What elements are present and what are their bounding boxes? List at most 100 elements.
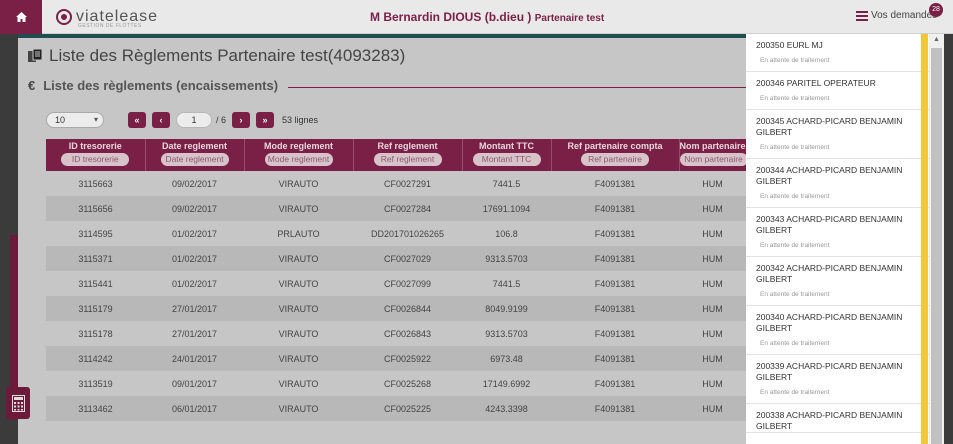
section-title-text: Liste des règlements (encaissements): [43, 78, 279, 93]
table-cell: CF0025922: [353, 346, 462, 371]
scrollbar-thumb[interactable]: [931, 48, 942, 444]
logo-subtitle: GESTION DE FLOTTES: [78, 23, 142, 29]
table-cell: HUM: [679, 296, 746, 321]
table-cell: 3115663: [46, 171, 145, 196]
column-filter-input[interactable]: Ref reglement: [373, 153, 442, 166]
table-cell: 3115441: [46, 271, 145, 296]
table-cell: VIRAUTO: [244, 296, 353, 321]
table-cell: F4091381: [551, 271, 679, 296]
request-item[interactable]: 200344 ACHARD-PICARD BENJAMIN GILBERT En …: [746, 159, 929, 208]
table-row[interactable]: 3115663 09/02/2017 VIRAUTO CF0027291 7441.5 F…: [46, 171, 746, 196]
column-header[interactable]: Nom partenaire Nom partenaire: [679, 139, 747, 171]
table-cell: 09/01/2017: [145, 371, 244, 396]
column-header[interactable]: Ref partenaire compta Ref partenaire: [551, 139, 680, 171]
request-item[interactable]: 200342 ACHARD-PICARD BENJAMIN GILBERT En …: [746, 257, 929, 306]
pagination-bar: 10 « ‹ 1 / 6 › » 53 lignes: [46, 112, 318, 128]
table-row[interactable]: 3114242 24/01/2017 VIRAUTO CF0025922 6973.48…: [46, 346, 746, 371]
user-name: M Bernardin DIOUS: [370, 10, 482, 24]
table-cell: HUM: [679, 396, 746, 421]
last-page-button[interactable]: »: [256, 112, 275, 128]
request-status: En attente de traitement: [760, 95, 830, 102]
table-row[interactable]: 3113462 06/01/2017 VIRAUTO CF0025225 4243.33…: [46, 396, 746, 421]
request-item[interactable]: 200350 EURL MJ En attente de traitement: [746, 34, 929, 72]
column-filter-input[interactable]: Ref partenaire: [581, 153, 649, 166]
page-title: Liste des Règlements Partenaire test(409…: [28, 46, 405, 66]
dropdown-highlight-bar: [921, 34, 928, 444]
table-cell: VIRAUTO: [244, 396, 353, 421]
table-cell: 9313.5703: [462, 246, 551, 271]
request-item[interactable]: 200340 ACHARD-PICARD BENJAMIN GILBERT En …: [746, 306, 929, 355]
table-header-row: ID tresorerie ID tresorerie Date reglemen…: [46, 139, 747, 171]
table-cell: CF0026844: [353, 296, 462, 321]
table-cell: HUM: [679, 371, 746, 396]
table-cell: 01/02/2017: [145, 221, 244, 246]
calculator-button[interactable]: [6, 387, 30, 419]
table-cell: CF0027284: [353, 196, 462, 221]
table-cell: 3114242: [46, 346, 145, 371]
table-cell: 7441.5: [462, 171, 551, 196]
column-header[interactable]: Date reglement Date reglement: [145, 139, 245, 171]
table-cell: HUM: [679, 321, 746, 346]
table-cell: 06/01/2017: [145, 396, 244, 421]
request-title: 200344 ACHARD-PICARD BENJAMIN GILBERT: [756, 165, 903, 186]
home-button[interactable]: [0, 0, 42, 34]
requests-menu-button[interactable]: Vos demandes: [856, 10, 937, 21]
user-login: (b.dieu ): [484, 10, 532, 24]
table-cell: 17691.1094: [462, 196, 551, 221]
prev-page-button[interactable]: ‹: [152, 112, 170, 128]
table-cell: 3113462: [46, 396, 145, 421]
request-status: En attente de traitement: [760, 291, 830, 298]
table-row[interactable]: 3115441 01/02/2017 VIRAUTO CF0027099 7441.5 F…: [46, 271, 746, 296]
scroll-up-arrow-icon[interactable]: ▲: [933, 36, 940, 43]
chevron-left-icon: ‹: [159, 115, 163, 125]
column-filter-input[interactable]: Montant TTC: [472, 153, 541, 166]
table-cell: 3114595: [46, 221, 145, 246]
table-cell: HUM: [679, 271, 746, 296]
table-cell: 17149.6992: [462, 371, 551, 396]
table-cell: VIRAUTO: [244, 346, 353, 371]
table-cell: CF0027099: [353, 271, 462, 296]
request-item[interactable]: 200345 ACHARD-PICARD BENJAMIN GILBERT En …: [746, 110, 929, 159]
table-row[interactable]: 3113519 09/01/2017 VIRAUTO CF0025268 17149.6…: [46, 371, 746, 396]
current-page-input[interactable]: 1: [176, 112, 212, 128]
section-divider: [288, 87, 746, 88]
first-page-button[interactable]: «: [128, 112, 146, 128]
request-item[interactable]: 200343 ACHARD-PICARD BENJAMIN GILBERT En …: [746, 208, 929, 257]
column-header[interactable]: ID tresorerie ID tresorerie: [46, 139, 146, 171]
request-item[interactable]: 200339 ACHARD-PICARD BENJAMIN GILBERT En …: [746, 355, 929, 404]
column-filter-input[interactable]: Date reglement: [160, 153, 229, 166]
main-panel: Liste des Règlements Partenaire test(409…: [18, 38, 747, 444]
requests-dropdown: 200350 EURL MJ En attente de traitement 20…: [746, 34, 929, 444]
table-cell: VIRAUTO: [244, 246, 353, 271]
table-cell: CF0025225: [353, 396, 462, 421]
table-row[interactable]: 3115656 09/02/2017 VIRAUTO CF0027284 17691.1…: [46, 196, 746, 221]
table-cell: VIRAUTO: [244, 171, 353, 196]
section-title: € Liste des règlements (encaissements): [28, 78, 278, 93]
table-row[interactable]: 3115371 01/02/2017 VIRAUTO CF0027029 9313.57…: [46, 246, 746, 271]
table-row[interactable]: 3115179 27/01/2017 VIRAUTO CF0026844 8049.91…: [46, 296, 746, 321]
request-item[interactable]: 200346 PARITEL OPERATEUR En attente de tr…: [746, 72, 929, 110]
table-cell: HUM: [679, 246, 746, 271]
table-cell: CF0027291: [353, 171, 462, 196]
table-cell: F4091381: [551, 221, 679, 246]
column-filter-input[interactable]: ID tresorerie: [61, 153, 130, 166]
table-cell: 3115179: [46, 296, 145, 321]
request-status: En attente de traitement: [760, 242, 830, 249]
table-cell: 3115371: [46, 246, 145, 271]
request-title: 200340 ACHARD-PICARD BENJAMIN GILBERT: [756, 312, 903, 333]
user-info: M Bernardin DIOUS (b.dieu ) Partenaire t…: [370, 10, 604, 24]
column-filter-input[interactable]: Mode reglement: [264, 153, 333, 166]
request-title: 200350 EURL MJ: [756, 40, 823, 50]
table-cell: DD201701026265: [353, 221, 462, 246]
column-filter-input[interactable]: Nom partenaire: [679, 153, 745, 166]
chevron-right-icon: ›: [239, 115, 243, 125]
table-cell: F4091381: [551, 246, 679, 271]
table-row[interactable]: 3115178 27/01/2017 VIRAUTO CF0026843 9313.57…: [46, 321, 746, 346]
table-row[interactable]: 3114595 01/02/2017 PRLAUTO DD201701026265 10…: [46, 221, 746, 246]
column-header[interactable]: Ref reglement Ref reglement: [353, 139, 463, 171]
column-header[interactable]: Montant TTC Montant TTC: [462, 139, 552, 171]
column-header[interactable]: Mode reglement Mode reglement: [244, 139, 354, 171]
page-size-select[interactable]: 10: [46, 112, 104, 128]
request-item[interactable]: 200338 ACHARD-PICARD BENJAMIN GILBERT: [746, 404, 929, 433]
next-page-button[interactable]: ›: [232, 112, 251, 128]
